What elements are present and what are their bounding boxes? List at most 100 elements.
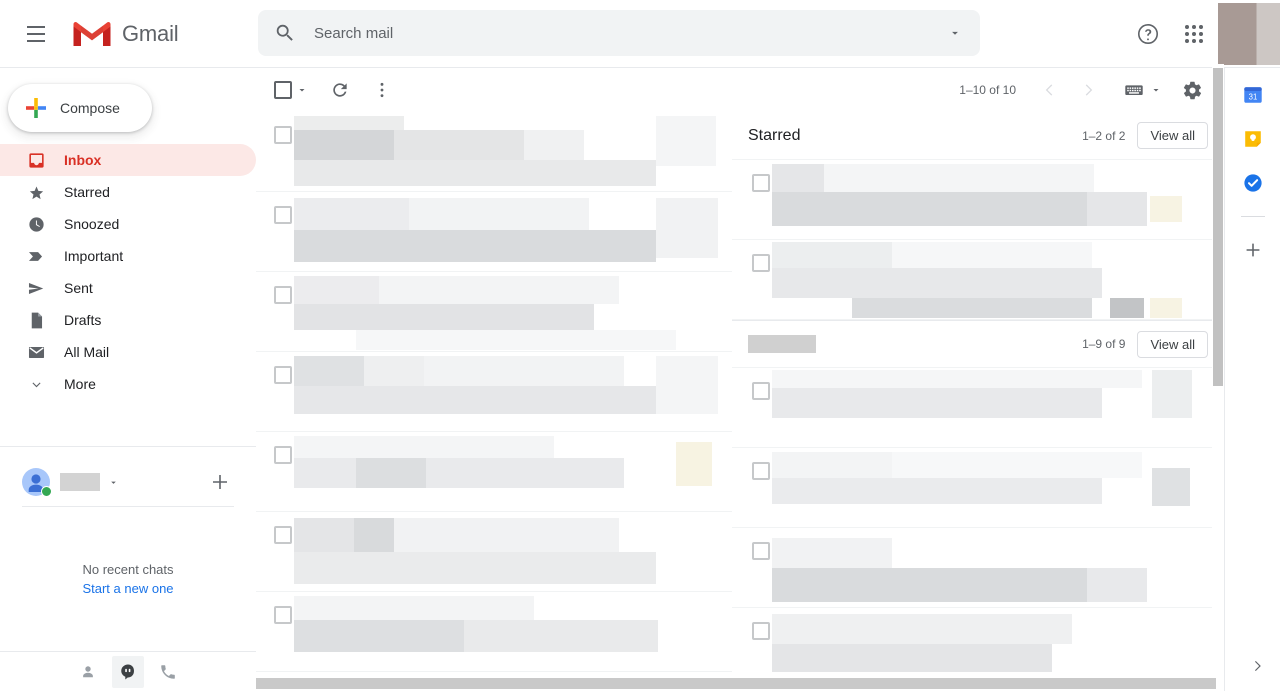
- previous-page-button[interactable]: [1032, 72, 1068, 108]
- row-redacted-block: [772, 268, 1102, 298]
- google-keep-icon[interactable]: [1242, 128, 1264, 150]
- chat-status-chevron-down-icon[interactable]: [108, 477, 119, 488]
- list-item[interactable]: [732, 608, 1224, 673]
- vertical-scrollbar[interactable]: [1212, 64, 1224, 670]
- row-redacted-block: [294, 386, 656, 414]
- row-checkbox[interactable]: [752, 542, 770, 560]
- table-row[interactable]: [256, 352, 732, 432]
- avatar[interactable]: [1218, 3, 1280, 65]
- google-calendar-icon[interactable]: 31: [1242, 84, 1264, 106]
- horizontal-scrollbar-thumb[interactable]: [256, 678, 1216, 689]
- row-checkbox[interactable]: [752, 254, 770, 272]
- chat-self-row[interactable]: [0, 460, 256, 504]
- search-options-chevron-down-icon[interactable]: [948, 26, 962, 40]
- gmail-logo-link[interactable]: Gmail: [72, 19, 179, 49]
- help-button[interactable]: [1126, 12, 1170, 56]
- send-icon: [26, 278, 46, 298]
- contacts-icon: [83, 665, 93, 677]
- start-new-chat-link[interactable]: Start a new one: [82, 581, 173, 596]
- row-redacted-block: [294, 160, 656, 186]
- list-item[interactable]: [732, 368, 1224, 448]
- gear-icon: [1183, 81, 1201, 99]
- sidebar-item-all-mail[interactable]: All Mail: [0, 336, 256, 368]
- table-row[interactable]: [256, 272, 732, 352]
- sidebar-item-snoozed[interactable]: Snoozed: [0, 208, 256, 240]
- phone-call-button[interactable]: [152, 656, 184, 688]
- row-redacted-block: [772, 370, 1142, 388]
- list-item[interactable]: [732, 448, 1224, 528]
- view-all-button[interactable]: View all: [1137, 330, 1208, 358]
- row-checkbox[interactable]: [752, 622, 770, 640]
- row-checkbox[interactable]: [752, 382, 770, 400]
- select-all-control[interactable]: [274, 81, 308, 99]
- svg-text:31: 31: [1248, 93, 1257, 102]
- sidebar-item-more[interactable]: More: [0, 368, 256, 400]
- row-checkbox[interactable]: [274, 446, 292, 464]
- row-checkbox[interactable]: [274, 206, 292, 224]
- star-highlight-block: [1150, 298, 1182, 318]
- mail-stack-icon: [26, 342, 46, 362]
- row-redacted-block: [464, 620, 658, 652]
- row-checkbox[interactable]: [274, 286, 292, 304]
- sidebar-divider: [0, 446, 256, 447]
- expand-panel-chevron-right-icon[interactable]: [1248, 657, 1266, 675]
- table-row[interactable]: [256, 512, 732, 592]
- table-row[interactable]: [256, 432, 732, 512]
- search-bar[interactable]: [258, 10, 980, 56]
- view-all-button[interactable]: View all: [1137, 122, 1208, 149]
- google-tasks-icon[interactable]: [1242, 172, 1264, 194]
- row-redacted-block: [1152, 370, 1192, 418]
- sidebar-item-sent[interactable]: Sent: [0, 272, 256, 304]
- row-redacted-block: [294, 436, 554, 458]
- row-checkbox[interactable]: [752, 174, 770, 192]
- contacts-button[interactable]: [72, 656, 104, 688]
- sidebar-item-inbox[interactable]: Inbox: [0, 144, 256, 176]
- table-row[interactable]: [256, 592, 732, 672]
- list-item[interactable]: [732, 528, 1224, 608]
- vertical-scrollbar-thumb[interactable]: [1213, 68, 1223, 386]
- row-redacted-block: [772, 614, 1072, 644]
- hangouts-chat-button[interactable]: [112, 655, 144, 688]
- important-chevron-icon: [26, 246, 46, 266]
- input-tools-chevron-down-icon[interactable]: [1150, 84, 1162, 96]
- checkbox-icon[interactable]: [274, 81, 292, 99]
- compose-plus-icon: [26, 98, 46, 118]
- row-redacted-block: [772, 478, 1102, 504]
- row-checkbox[interactable]: [274, 606, 292, 624]
- row-checkbox[interactable]: [274, 526, 292, 544]
- row-checkbox[interactable]: [752, 462, 770, 480]
- list-item[interactable]: [732, 160, 1224, 240]
- row-redacted-block: [772, 242, 892, 268]
- search-input[interactable]: [314, 24, 948, 42]
- refresh-button[interactable]: [322, 72, 358, 108]
- row-redacted-block: [656, 198, 718, 258]
- panel-header-starred: Starred 1–2 of 2 View all: [732, 112, 1224, 160]
- row-checkbox[interactable]: [274, 126, 292, 144]
- sidebar-item-label: Inbox: [64, 152, 102, 168]
- hamburger-icon[interactable]: [12, 10, 60, 58]
- row-redacted-block: [354, 518, 394, 552]
- input-tools-button[interactable]: [1116, 72, 1152, 108]
- panel-count: 1–9 of 9: [1082, 337, 1126, 351]
- table-row[interactable]: [256, 112, 732, 192]
- horizontal-scrollbar[interactable]: [256, 675, 1224, 691]
- list-item[interactable]: [732, 240, 1224, 320]
- more-options-button[interactable]: [364, 72, 400, 108]
- row-redacted-block: [294, 518, 354, 552]
- star-highlight-block: [1150, 196, 1182, 222]
- google-apps-button[interactable]: [1172, 12, 1216, 56]
- sidebar-item-important[interactable]: Important: [0, 240, 256, 272]
- sidebar-item-starred[interactable]: Starred: [0, 176, 256, 208]
- new-chat-plus-icon[interactable]: [208, 470, 232, 494]
- add-app-plus-icon[interactable]: [1242, 239, 1264, 261]
- select-all-chevron-down-icon[interactable]: [296, 84, 308, 96]
- table-row[interactable]: [256, 192, 732, 272]
- next-page-button[interactable]: [1070, 72, 1106, 108]
- settings-button[interactable]: [1174, 72, 1210, 108]
- row-redacted-block: [772, 644, 1052, 672]
- chevron-left-icon: [1045, 84, 1053, 96]
- compose-button[interactable]: Compose: [8, 84, 152, 132]
- row-checkbox[interactable]: [274, 366, 292, 384]
- pagination-count: 1–10 of 10: [959, 83, 1016, 97]
- sidebar-item-drafts[interactable]: Drafts: [0, 304, 256, 336]
